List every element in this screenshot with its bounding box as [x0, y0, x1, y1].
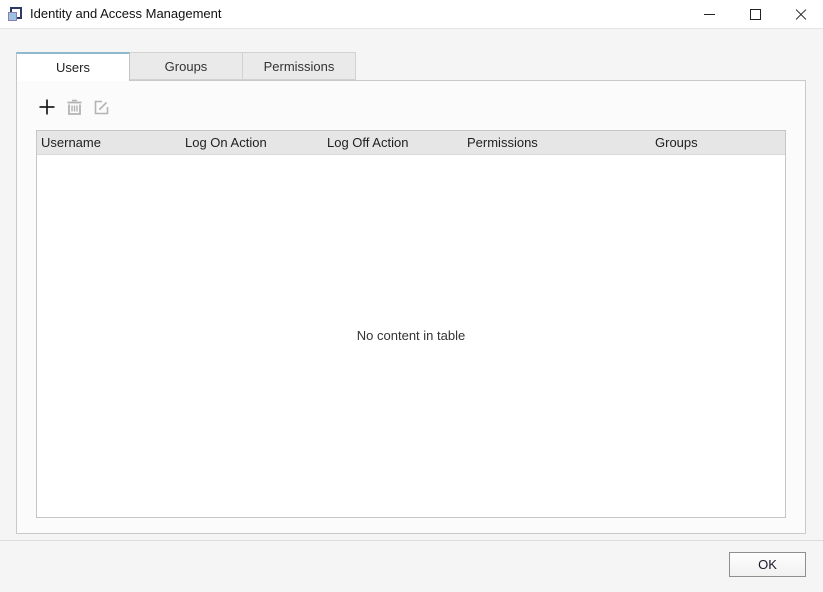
- column-header-username[interactable]: Username: [37, 131, 181, 154]
- tab-strip: Users Groups Permissions: [16, 52, 356, 81]
- empty-table-message: No content in table: [37, 328, 785, 343]
- tab-users[interactable]: Users: [16, 52, 130, 81]
- title-bar: Identity and Access Management: [0, 0, 823, 29]
- users-tab-panel: Username Log On Action Log Off Action Pe…: [16, 80, 806, 534]
- tab-groups[interactable]: Groups: [129, 52, 243, 80]
- close-button[interactable]: [784, 0, 818, 29]
- window-title: Identity and Access Management: [30, 0, 222, 29]
- app-icon: [8, 6, 24, 22]
- column-header-permissions[interactable]: Permissions: [463, 131, 651, 154]
- add-user-button[interactable]: [38, 98, 56, 116]
- tab-groups-label: Groups: [165, 59, 208, 74]
- column-header-log-on-action[interactable]: Log On Action: [181, 131, 323, 154]
- maximize-button[interactable]: [738, 0, 772, 29]
- tab-users-label: Users: [56, 60, 90, 75]
- delete-user-button[interactable]: [65, 98, 83, 116]
- users-toolbar: [38, 97, 110, 117]
- close-icon: [795, 9, 807, 21]
- ok-button[interactable]: OK: [729, 552, 806, 577]
- column-header-log-off-action[interactable]: Log Off Action: [323, 131, 463, 154]
- tab-permissions-label: Permissions: [264, 59, 335, 74]
- column-header-groups[interactable]: Groups: [651, 131, 785, 154]
- edit-user-button[interactable]: [92, 98, 110, 116]
- minimize-icon: [704, 14, 715, 15]
- footer-divider: [0, 540, 823, 541]
- edit-icon: [93, 99, 110, 116]
- tab-permissions[interactable]: Permissions: [242, 52, 356, 80]
- trash-icon: [66, 98, 83, 116]
- plus-icon: [38, 98, 56, 116]
- users-table: Username Log On Action Log Off Action Pe…: [36, 130, 786, 518]
- minimize-button[interactable]: [692, 0, 726, 29]
- maximize-icon: [750, 9, 761, 20]
- table-header-row: Username Log On Action Log Off Action Pe…: [37, 131, 785, 155]
